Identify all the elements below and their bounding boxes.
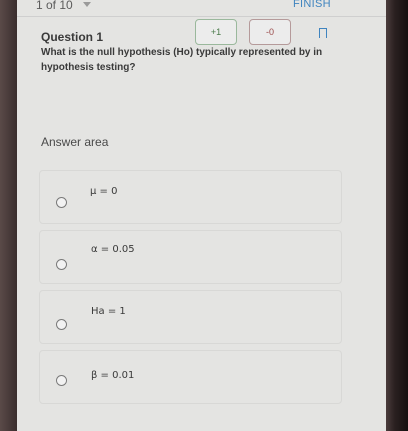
device-bezel-right [386,0,408,431]
header-divider [17,16,386,17]
answer-option-text: μ = 0 [90,186,118,197]
answer-option-4[interactable]: β = 0.01 [39,350,342,404]
quiz-screen: 1 of 10 FINISH Question 1 +1 -0 What is … [17,0,386,431]
answer-option-text: β = 0.01 [91,370,135,381]
radio-button[interactable] [56,375,67,386]
chevron-down-icon[interactable] [83,2,91,7]
answer-option-1[interactable]: μ = 0 [39,170,342,224]
answer-option-3[interactable]: Ha = 1 [39,290,342,344]
finish-button[interactable]: FINISH [293,0,331,10]
radio-button[interactable] [56,259,67,270]
radio-button[interactable] [56,319,67,330]
question-text: What is the null hypothesis (Ho) typical… [41,47,323,73]
minus-zero-button[interactable]: -0 [249,19,291,45]
device-bezel-left [0,0,17,431]
bookmark-icon[interactable] [319,28,327,42]
plus-one-button[interactable]: +1 [195,19,237,45]
answer-area-label: Answer area [41,135,109,149]
answer-option-2[interactable]: α = 0.05 [39,230,342,284]
answer-option-text: Ha = 1 [91,306,126,317]
top-bar: 1 of 10 FINISH [17,0,386,16]
question-pager[interactable]: 1 of 10 [36,0,73,12]
answer-option-text: α = 0.05 [91,244,135,255]
radio-button[interactable] [56,197,67,208]
question-title: Question 1 [41,30,104,44]
